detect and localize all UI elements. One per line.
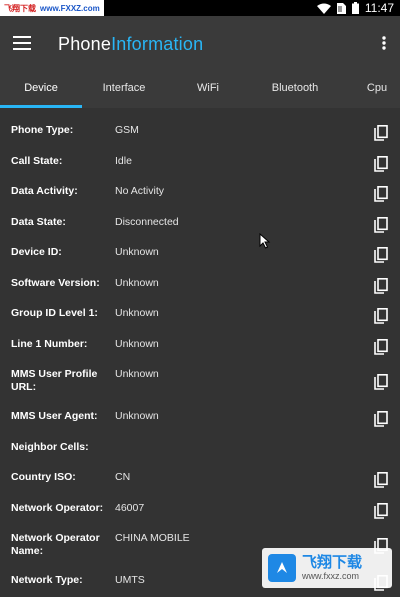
content-copy-icon[interactable]: [372, 155, 390, 173]
device-info-list: Phone Type: GSM Call State: Idle Data Activi…: [0, 108, 400, 597]
content-copy-icon[interactable]: [372, 410, 390, 428]
info-row-label: Network Operator:: [11, 502, 104, 514]
tab-wifi[interactable]: WiFi: [166, 70, 250, 108]
tab-cpu[interactable]: Cpu: [340, 70, 400, 108]
info-row: Line 1 Number: Unknown: [0, 338, 400, 356]
info-row-value: Unknown: [115, 368, 159, 380]
content-copy-icon[interactable]: [372, 216, 390, 234]
tab-bar: Device Interface WiFi Bluetooth Cpu: [0, 70, 400, 108]
info-row: Country ISO: CN: [0, 471, 400, 489]
watermark-cn-text: 飞翔下载: [4, 3, 36, 13]
watermark-logo: 飞翔下载 www.fxxz.com: [262, 548, 392, 588]
info-row: MMS User Profile URL: Unknown: [0, 368, 400, 396]
info-row-label: Neighbor Cells:: [11, 441, 89, 453]
info-row-value: No Activity: [115, 185, 165, 197]
info-row: Network Operator: 46007: [0, 502, 400, 520]
watermark-logo-url: www.fxxz.com: [302, 571, 360, 581]
info-row-value: GSM: [115, 124, 139, 136]
content-copy-icon[interactable]: [372, 338, 390, 356]
content-copy-icon[interactable]: [372, 307, 390, 325]
content-copy-icon[interactable]: [372, 246, 390, 264]
info-row: Software Version: Unknown: [0, 277, 400, 295]
info-row-value: Unknown: [115, 277, 159, 289]
clock: 11:47: [364, 1, 394, 15]
status-icons: 11:47: [316, 0, 394, 16]
info-row-value: CHINA MOBILE: [115, 532, 190, 544]
info-row-value: Unknown: [115, 338, 159, 350]
info-row-label: Data Activity:: [11, 185, 78, 197]
wifi-icon: [316, 3, 331, 14]
hamburger-menu-icon[interactable]: [10, 31, 34, 55]
battery-icon: [351, 2, 359, 14]
content-copy-icon[interactable]: [372, 373, 390, 391]
info-row-label: Call State:: [11, 155, 63, 167]
watermark-logo-cn: 飞翔下载: [302, 554, 363, 571]
tab-bluetooth[interactable]: Bluetooth: [250, 70, 340, 108]
info-row-label: Phone Type:: [11, 124, 74, 136]
watermark-tag: 飞翔下载 www.FXXZ.com: [0, 0, 104, 16]
info-row-label: MMS User Agent:: [11, 410, 98, 422]
info-row: Call State: Idle: [0, 155, 400, 173]
tab-device[interactable]: Device: [0, 70, 82, 108]
info-row: MMS User Agent: Unknown: [0, 410, 400, 428]
mouse-cursor-icon: [259, 232, 271, 249]
status-bar: 飞翔下载 www.FXXZ.com 11:47: [0, 0, 400, 16]
info-row: Data Activity: No Activity: [0, 185, 400, 203]
info-row-label: MMS User Profile URL:: [11, 368, 98, 393]
watermark-url-text: www.FXXZ.com: [40, 3, 100, 13]
watermark-logo-text: 飞翔下载 www.fxxz.com: [302, 555, 362, 581]
info-row: Phone Type: GSM: [0, 124, 400, 142]
app-title: PhoneInformation: [58, 32, 203, 56]
info-row-value: 46007: [115, 502, 145, 514]
info-row-value: Disconnected: [115, 216, 179, 228]
info-row-label: Network Type:: [11, 574, 83, 586]
info-row-label: Device ID:: [11, 246, 62, 258]
content-copy-icon[interactable]: [372, 185, 390, 203]
content-copy-icon[interactable]: [372, 277, 390, 295]
info-row-value: Unknown: [115, 307, 159, 319]
info-row: Data State: Disconnected: [0, 216, 400, 234]
info-row-label: Network Operator Name:: [11, 532, 100, 557]
info-row-label: Line 1 Number:: [11, 338, 88, 350]
info-row-value: Unknown: [115, 246, 159, 258]
watermark-logo-mark-icon: [268, 554, 296, 582]
info-row-value: CN: [115, 471, 131, 483]
info-row-value: Unknown: [115, 410, 159, 422]
content-copy-icon[interactable]: [372, 502, 390, 520]
info-row-label: Country ISO:: [11, 471, 76, 483]
app-title-part1: Phone: [58, 34, 112, 54]
more-vert-icon[interactable]: [376, 31, 392, 55]
info-row: Group ID Level 1: Unknown: [0, 307, 400, 325]
info-row-value: Idle: [115, 155, 132, 167]
content-copy-icon[interactable]: [372, 124, 390, 142]
sim-card-icon: [336, 2, 346, 14]
app-bar: PhoneInformation: [0, 16, 400, 70]
tab-interface[interactable]: Interface: [82, 70, 166, 108]
app-title-part2: Information: [111, 34, 204, 54]
info-row-label: Data State:: [11, 216, 66, 228]
content-copy-icon[interactable]: [372, 471, 390, 489]
info-row: Neighbor Cells:: [0, 441, 400, 459]
info-row-label: Software Version:: [11, 277, 100, 289]
info-row-label: Group ID Level 1:: [11, 307, 98, 319]
info-row: Device ID: Unknown: [0, 246, 400, 264]
